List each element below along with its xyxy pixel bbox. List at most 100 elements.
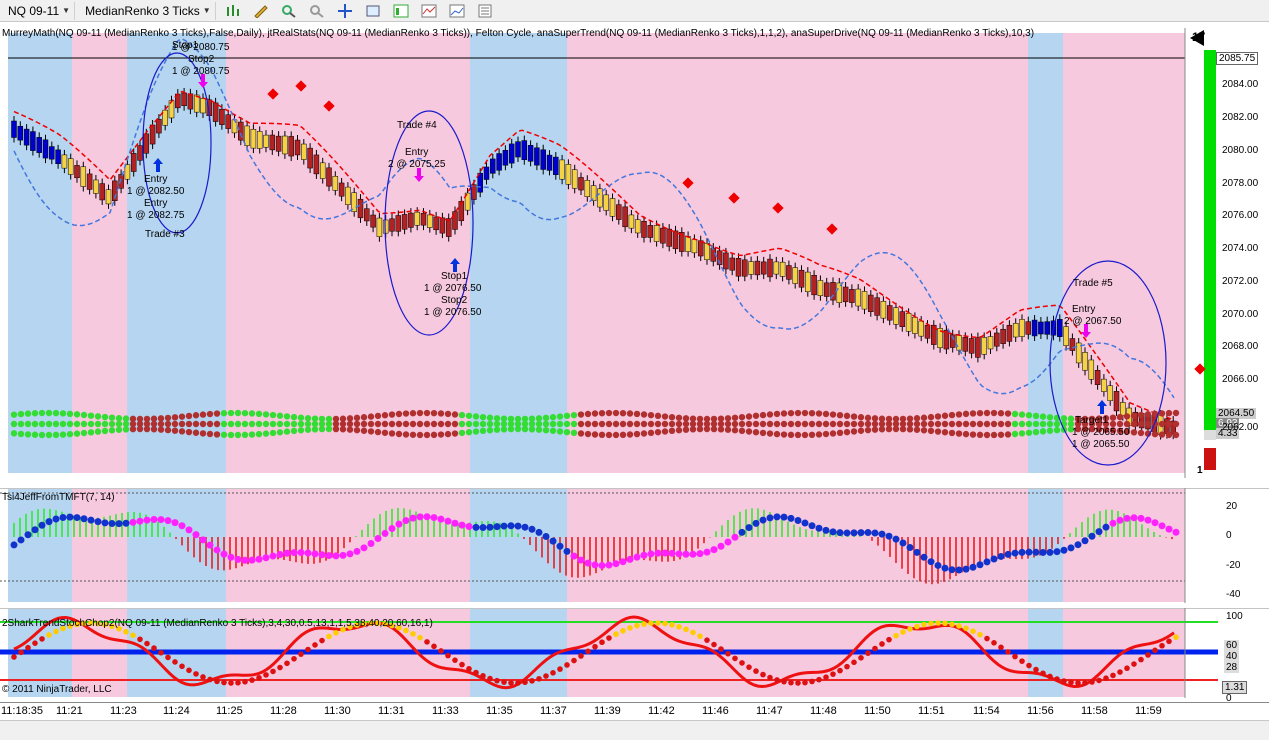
drive-dot bbox=[318, 425, 326, 433]
drive-dot bbox=[150, 426, 158, 433]
candle-body bbox=[42, 139, 49, 159]
drive-dot bbox=[640, 420, 648, 428]
drive-dot bbox=[682, 426, 690, 433]
candle-body bbox=[445, 218, 452, 237]
candle-body bbox=[760, 261, 767, 275]
candle-body bbox=[893, 307, 899, 325]
stoch-dot bbox=[886, 636, 892, 643]
drive-dot bbox=[864, 426, 872, 434]
stoch-dot bbox=[683, 626, 689, 633]
t3-entry1: Entry bbox=[144, 174, 168, 185]
time-tick: 11:33 bbox=[432, 705, 459, 717]
candle-body bbox=[817, 280, 824, 296]
stoch-dot bbox=[11, 654, 17, 660]
pencil-icon[interactable] bbox=[250, 2, 272, 20]
t4-entry: Entry bbox=[405, 147, 429, 158]
tsi-signal-dot bbox=[913, 548, 921, 556]
time-tick: 11:47 bbox=[756, 705, 783, 717]
indicators-icon[interactable] bbox=[418, 2, 440, 20]
price-chart-canvas[interactable] bbox=[0, 28, 1269, 478]
candle-body bbox=[559, 159, 565, 180]
tsi-signal-dot bbox=[1053, 548, 1061, 556]
drive-dot bbox=[24, 410, 32, 417]
drive-dot bbox=[1137, 429, 1145, 437]
tsi-signal-dot bbox=[983, 558, 991, 566]
tsi-signal-dot bbox=[829, 528, 837, 536]
drive-dot bbox=[535, 420, 543, 428]
stoch-panel[interactable]: 2SharkTrendStochChop2(NQ 09-11 (MedianRe… bbox=[0, 607, 1269, 704]
stoch-dot bbox=[165, 654, 171, 661]
stoch-dot bbox=[424, 639, 430, 645]
price-panel[interactable]: MurreyMath(NQ 09-11 (MedianRenko 3 Ticks… bbox=[0, 28, 1269, 478]
drive-dot bbox=[549, 420, 557, 428]
drive-dot bbox=[206, 430, 214, 438]
drive-dot bbox=[129, 425, 137, 433]
time-axis[interactable]: 11:18:35 11:21 11:23 11:24 11:25 11:28 11:30 11… bbox=[0, 702, 1269, 721]
drive-dot bbox=[178, 413, 186, 420]
drive-dot bbox=[381, 412, 389, 419]
tsi-signal-dot bbox=[549, 537, 557, 545]
crosshair-icon[interactable] bbox=[334, 2, 356, 20]
drive-dot bbox=[164, 426, 172, 434]
candle-body bbox=[571, 169, 578, 189]
drive-dot bbox=[374, 412, 382, 420]
tsi-signal-dot bbox=[1004, 550, 1012, 558]
candle-body bbox=[508, 143, 515, 164]
stoch-dot bbox=[333, 629, 339, 636]
drive-dot bbox=[752, 429, 760, 436]
drive-dot bbox=[1025, 420, 1033, 428]
drive-dot bbox=[1130, 429, 1138, 436]
stoch-dot bbox=[697, 633, 703, 639]
t4-stop1-price: 1 @ 2076.50 bbox=[424, 283, 482, 294]
strategy-icon[interactable] bbox=[446, 2, 468, 20]
t3-label: Trade #3 bbox=[145, 229, 185, 240]
bar-chart-icon[interactable] bbox=[222, 2, 244, 20]
candle-body bbox=[748, 261, 754, 275]
data-box-icon[interactable] bbox=[474, 2, 496, 20]
magnifier-icon[interactable] bbox=[362, 2, 384, 20]
drive-dot bbox=[1046, 414, 1054, 421]
instrument-select[interactable]: NQ 09-11 ▼ bbox=[4, 1, 76, 20]
tsi-signal-dot bbox=[290, 549, 298, 557]
tsi-signal-dot bbox=[885, 532, 893, 540]
drive-dot bbox=[927, 420, 935, 428]
tsi-signal-dot bbox=[136, 517, 144, 525]
candle-body bbox=[105, 189, 112, 205]
bar-type-select[interactable]: MedianRenko 3 Ticks ▼ bbox=[81, 1, 216, 20]
drive-dot bbox=[850, 413, 858, 420]
drive-dot bbox=[472, 413, 480, 420]
zoom-out-icon[interactable] bbox=[306, 2, 328, 20]
drive-dot bbox=[185, 428, 193, 436]
drive-dot bbox=[479, 413, 487, 421]
zoom-in-icon[interactable] bbox=[278, 2, 300, 20]
drive-dot bbox=[437, 431, 445, 438]
tsi-chart-canvas[interactable] bbox=[0, 487, 1269, 603]
candle-body bbox=[23, 128, 30, 146]
tsi-panel[interactable]: Tsi4JeffFromTMFT(7, 14) 20 0 -20 -40 bbox=[0, 487, 1269, 603]
tsi-signal-dot bbox=[1109, 519, 1117, 527]
tsi-signal-dot bbox=[1074, 541, 1082, 549]
properties-icon[interactable] bbox=[390, 2, 412, 20]
tsi-signal-dot bbox=[962, 565, 970, 573]
stoch-dot bbox=[662, 620, 668, 627]
drive-dot bbox=[297, 427, 305, 434]
stoch-dot bbox=[417, 634, 423, 641]
drive-dot bbox=[801, 420, 809, 428]
drive-dot bbox=[822, 430, 830, 438]
drive-dot bbox=[1165, 420, 1173, 428]
candle-body bbox=[729, 257, 735, 271]
drive-dot bbox=[682, 415, 690, 422]
tsi-signal-dot bbox=[689, 550, 697, 558]
tsi-signal-dot bbox=[843, 529, 851, 537]
stoch-dot bbox=[613, 631, 619, 637]
drive-dot bbox=[745, 428, 753, 435]
drive-dot bbox=[38, 431, 46, 439]
drive-dot bbox=[829, 411, 837, 418]
drive-dot bbox=[479, 420, 487, 428]
stoch-dot bbox=[522, 679, 528, 686]
stoch-dot bbox=[452, 657, 458, 663]
candle-body bbox=[685, 236, 691, 252]
candle-body bbox=[994, 332, 1000, 347]
drive-dot bbox=[598, 420, 606, 428]
stoch-dot bbox=[879, 641, 885, 647]
